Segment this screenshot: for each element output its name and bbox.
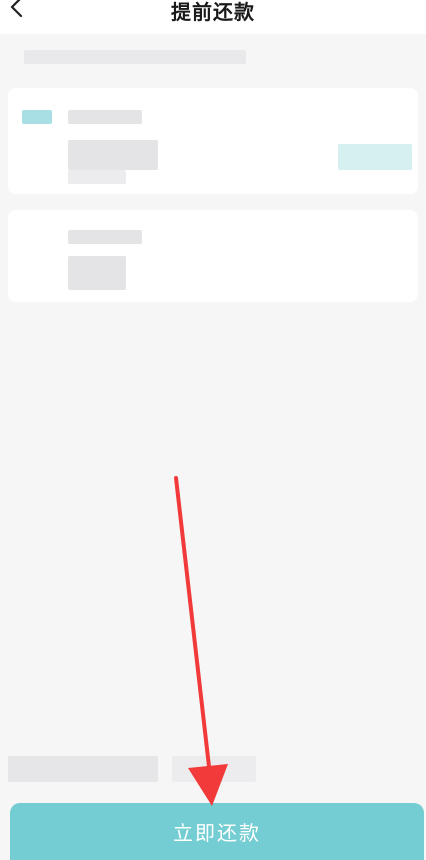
blurred-label: [68, 230, 142, 244]
blurred-detail: [68, 170, 126, 184]
blurred-action[interactable]: [338, 144, 412, 170]
page-title: 提前还款: [171, 0, 255, 24]
repay-now-button[interactable]: 立即还款: [10, 803, 424, 860]
blurred-badge: [22, 110, 52, 124]
blurred-total: [8, 756, 158, 782]
blurred-label: [68, 110, 142, 124]
top-nav-bar: 提前还款: [0, 0, 426, 34]
blurred-amount: [68, 256, 126, 290]
loan-card-1[interactable]: [8, 88, 418, 194]
blurred-amount: [68, 140, 158, 170]
content-area: [8, 314, 418, 734]
blurred-total-value: [172, 756, 256, 782]
loan-card-2[interactable]: [8, 210, 418, 302]
blurred-subtitle: [24, 50, 246, 64]
